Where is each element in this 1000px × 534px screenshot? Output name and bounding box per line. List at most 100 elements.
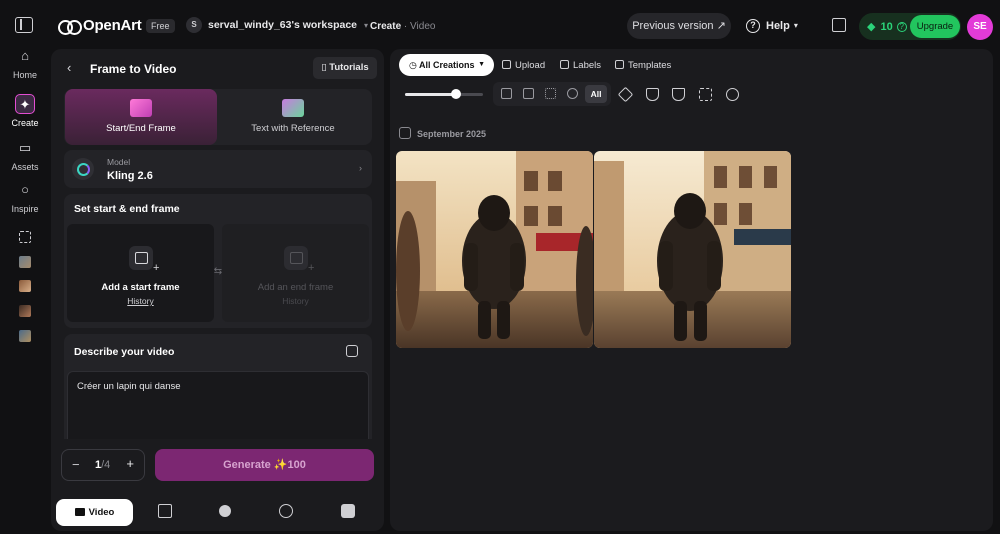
upload-button[interactable]: Upload [502,60,545,71]
mode-start-end-frame[interactable]: Start/End Frame [65,89,217,145]
previous-version-button[interactable]: Previous version ↗ [627,13,731,39]
upload-label: Upload [515,60,546,71]
help-icon: ? [746,19,760,33]
user-avatar[interactable]: SE [967,14,993,40]
panel-header: ‹ Frame to Video ▯ Tutorials [51,49,384,87]
quantity-total: /4 [101,459,111,471]
chevron-down-icon: ▾ [364,20,369,30]
templates-label: Templates [628,60,672,71]
zoom-slider-handle[interactable] [450,89,461,99]
sidebar-toggle-icon[interactable] [15,17,33,33]
back-chevron-icon[interactable]: ‹ [67,60,71,75]
face-icon[interactable] [219,505,231,517]
section-title: Describe your video [74,346,175,358]
filter-icon[interactable] [667,82,689,106]
start-frame-dropzone[interactable]: + Add a start frame History [67,224,214,322]
start-history-link[interactable]: History [67,296,214,306]
templates-button[interactable]: Templates [615,60,671,71]
help-menu[interactable]: ? Help ▾ [746,13,798,39]
section-title: Set start & end frame [74,203,180,215]
folder-icon: ▭ [18,140,32,155]
upgrade-button[interactable]: Upgrade [910,15,960,38]
plan-badge: Free [146,19,175,33]
workspace-name: serval_windy_63's workspace [208,19,358,31]
upload-icon [502,60,511,69]
start-frame-label: Add a start frame [101,282,180,293]
generation-panel: ‹ Frame to Video ▯ Tutorials Start/End F… [51,49,384,531]
breadcrumb-page: Video [410,21,436,32]
gorilla-street-image [396,151,593,348]
star-icon[interactable] [614,82,636,106]
breadcrumb: Create · Video [370,21,435,32]
plus-icon[interactable]: + [126,456,134,471]
media-type-filter: All [493,82,611,106]
tutorials-label: Tutorials [329,62,369,73]
grid-view-icon[interactable] [694,82,716,106]
rail-item-label: Create [11,118,39,128]
creation-thumbnail[interactable] [594,151,791,348]
rail-item-create[interactable]: ✦ Create [0,94,50,128]
media-type-tabs: Video [51,495,384,531]
3d-filter-icon[interactable] [567,88,578,99]
audio-filter-icon[interactable] [545,88,556,99]
globe-icon[interactable] [279,504,293,518]
workspace-switcher[interactable]: S serval_windy_63's workspace ▾ [186,17,368,33]
select-group-checkbox[interactable] [399,127,411,139]
expand-icon[interactable] [346,345,358,357]
recent-thumbnail[interactable] [19,305,31,317]
end-frame-dropzone[interactable]: + Add an end frame History [222,224,369,322]
mode-text-with-reference[interactable]: Text with Reference [217,89,369,145]
prompt-input[interactable]: Créer un lapin qui danse [67,371,369,439]
recent-thumbnail[interactable] [19,280,31,292]
creations-area: ◷ All Creations ▼ Upload Labels Template… [390,49,993,531]
all-filter-button[interactable]: All [585,85,607,103]
help-label: Help [766,20,790,32]
left-rail: ⌂ Home ✦ Create ▭ Assets ○ Inspire [0,0,50,534]
plus-icon: + [308,262,315,274]
rail-item-inspire[interactable]: ○ Inspire [0,180,50,214]
creation-thumbnail[interactable] [396,151,593,348]
minus-icon[interactable]: − [72,457,80,472]
search-icon[interactable] [721,82,743,106]
gift-icon[interactable] [832,18,846,32]
mode-label: Start/End Frame [106,123,176,134]
image-filter-icon[interactable] [501,88,512,99]
shield-icon[interactable] [641,82,663,106]
labels-button[interactable]: Labels [560,60,601,71]
audio-wave-icon[interactable] [341,504,355,518]
generate-button[interactable]: Generate ✨100 [155,449,374,481]
tab-video[interactable]: Video [56,499,133,526]
plus-icon: + [153,262,160,274]
tab-label: Video [88,507,115,518]
chevron-right-icon: › [359,163,362,173]
image-icon[interactable] [158,504,172,518]
panel-title: Frame to Video [90,62,177,76]
end-history-link[interactable]: History [222,296,369,306]
tutorials-button[interactable]: ▯ Tutorials [313,57,377,79]
zoom-slider-fill [405,93,456,96]
info-icon: ? [896,21,907,32]
dropdown-value: All Creations [419,60,475,70]
end-frame-label: Add an end frame [257,282,334,293]
history-icon: ◷ [409,60,420,70]
breadcrumb-section[interactable]: Create [370,21,401,32]
rail-item-label: Assets [11,162,39,172]
recent-thumbnail[interactable] [19,330,31,342]
rail-item-home[interactable]: ⌂ Home [0,46,50,80]
breadcrumb-separator: · [403,21,408,32]
apps-grid-icon[interactable] [19,231,31,243]
generate-row: − 1/4 + Generate ✨100 [51,441,384,491]
tag-icon [560,60,569,69]
top-bar: OpenArt Free S serval_windy_63's workspa… [50,0,1000,52]
all-creations-dropdown[interactable]: ◷ All Creations ▼ [399,54,494,76]
video-filter-icon[interactable] [523,88,534,99]
rail-item-assets[interactable]: ▭ Assets [0,138,50,172]
openart-logo-icon [58,19,82,35]
logo[interactable]: OpenArt [58,17,142,35]
model-selector[interactable]: Model Kling 2.6 › [64,150,372,188]
recent-thumbnail[interactable] [19,256,31,268]
start-end-frame-icon [130,99,152,117]
zoom-slider[interactable] [405,89,483,99]
gem-icon: ◆ [867,21,876,33]
brand-name: OpenArt [83,17,142,34]
